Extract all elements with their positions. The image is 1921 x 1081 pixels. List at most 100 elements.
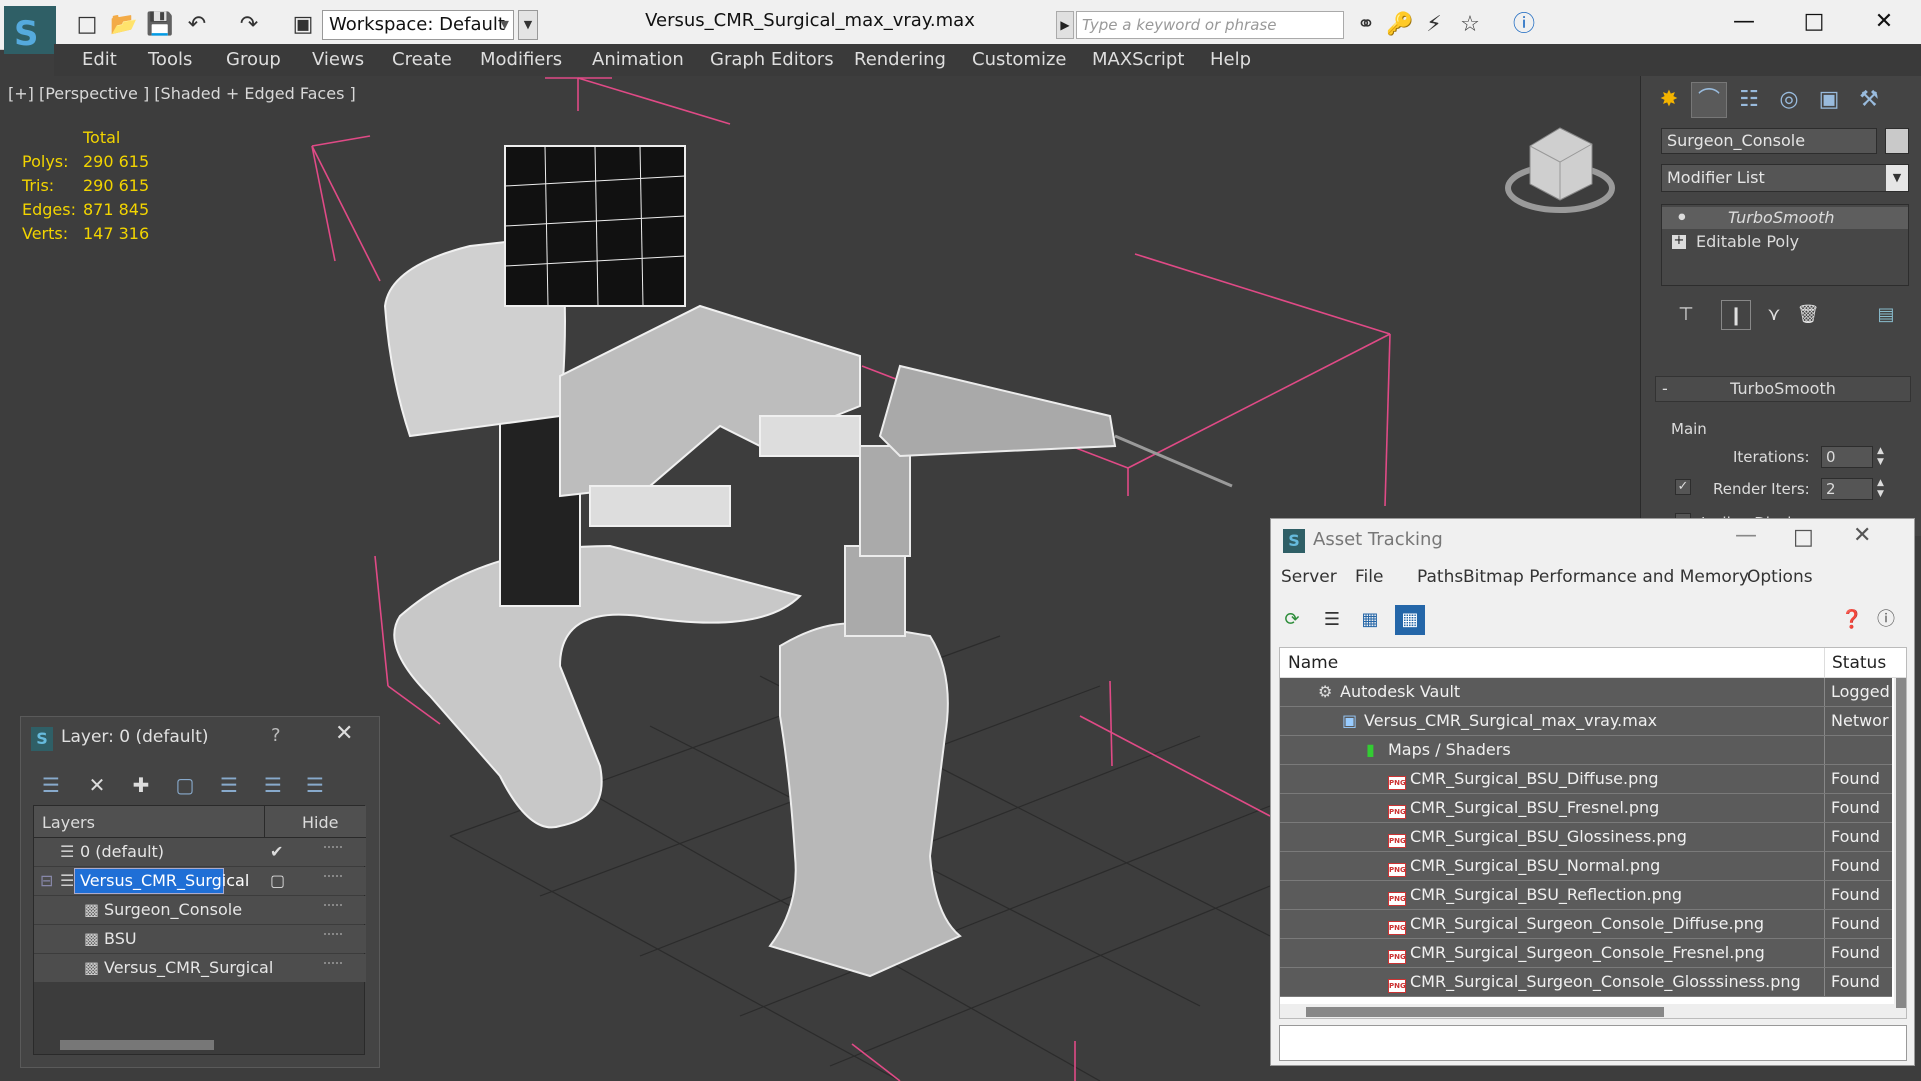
help-search-icon[interactable]: ❓: [1837, 605, 1867, 635]
scrollbar-thumb[interactable]: [1306, 1007, 1664, 1017]
viewport-label[interactable]: [+] [Perspective ] [Shaded + Edged Faces…: [8, 84, 356, 103]
list-item[interactable]: ☰ 0 (default) ✔: [34, 838, 366, 866]
project-folder-icon[interactable]: ▣: [290, 12, 316, 38]
table-row[interactable]: ▣ Versus_CMR_Surgical_max_vray.max Networ: [1280, 707, 1892, 736]
menu-options[interactable]: Options: [1747, 567, 1813, 587]
table-row[interactable]: ⚙ Autodesk Vault Logged: [1280, 678, 1892, 707]
pin-stack-icon[interactable]: ⊤: [1671, 300, 1701, 330]
new-file-icon[interactable]: □: [74, 12, 100, 38]
close-button[interactable]: ✕: [1853, 523, 1871, 548]
hide-toggle[interactable]: [324, 904, 342, 910]
menu-modifiers[interactable]: Modifiers: [480, 49, 562, 70]
column-hide[interactable]: Hide: [302, 813, 338, 832]
table-row[interactable]: PNG CMR_Surgical_Surgeon_Console_Fresnel.…: [1280, 939, 1892, 968]
table-row[interactable]: PNG CMR_Surgical_BSU_Diffuse.png Found: [1280, 765, 1892, 794]
configure-modifier-sets-icon[interactable]: ▤: [1871, 300, 1901, 330]
save-file-icon[interactable]: 💾: [146, 12, 173, 38]
spinner-arrows-icon[interactable]: ▲ ▼: [1877, 478, 1884, 500]
workspace-selector[interactable]: Workspace: Default ▼: [322, 10, 514, 40]
search-expand-button[interactable]: ▶: [1056, 11, 1074, 39]
help-button[interactable]: ?: [271, 725, 281, 746]
table-row[interactable]: PNG CMR_Surgical_BSU_Reflection.png Found: [1280, 881, 1892, 910]
list-item[interactable]: ▩ Surgeon_Console: [34, 896, 366, 924]
collapse-toggle-icon[interactable]: ⊟: [40, 867, 53, 895]
expand-plus-icon[interactable]: +: [1672, 234, 1686, 249]
utilities-tab-icon[interactable]: ⚒: [1851, 82, 1887, 118]
open-file-icon[interactable]: 📂: [110, 12, 137, 38]
add-to-layer-icon[interactable]: ✚: [125, 769, 157, 801]
horizontal-scrollbar[interactable]: [34, 1036, 364, 1054]
help-icon[interactable]: ⓘ: [1871, 605, 1901, 635]
table-row[interactable]: PNG CMR_Surgical_BSU_Normal.png Found: [1280, 852, 1892, 881]
app-logo-icon[interactable]: S: [4, 6, 56, 54]
list-view-icon[interactable]: ☰: [1317, 605, 1347, 635]
modify-tab-icon[interactable]: ⌒: [1691, 82, 1727, 118]
object-color-swatch[interactable]: [1885, 128, 1909, 154]
table-row[interactable]: ▮ Maps / Shaders: [1280, 736, 1892, 765]
column-name[interactable]: Name: [1288, 653, 1338, 673]
menu-graph-editors[interactable]: Graph Editors: [710, 49, 834, 70]
thumbnail-view-icon[interactable]: ▦: [1355, 605, 1385, 635]
menu-edit[interactable]: Edit: [82, 49, 117, 70]
horizontal-scrollbar[interactable]: [1280, 1004, 1894, 1018]
render-iters-spinner[interactable]: 2: [1821, 478, 1873, 500]
menu-create[interactable]: Create: [392, 49, 452, 70]
help-icon[interactable]: ⓘ: [1510, 11, 1538, 39]
close-button[interactable]: ✕: [1854, 4, 1914, 40]
hide-toggle[interactable]: [324, 962, 342, 968]
table-row[interactable]: PNG CMR_Surgical_BSU_Glossiness.png Found: [1280, 823, 1892, 852]
rollout-header[interactable]: - TurboSmooth: [1655, 376, 1911, 402]
workspace-dropdown-button[interactable]: ▼: [518, 10, 538, 40]
column-status[interactable]: Status: [1832, 653, 1886, 673]
make-unique-icon[interactable]: ⋎: [1759, 300, 1789, 330]
close-button[interactable]: ✕: [335, 721, 353, 746]
list-item[interactable]: ⊟ ☰ Versus_CMR_Surgical ▢: [34, 867, 366, 895]
highlight-layer-icon[interactable]: ☰: [213, 769, 245, 801]
asset-path-field[interactable]: [1279, 1025, 1907, 1061]
table-row[interactable]: PNG CMR_Surgical_Surgeon_Console_Glosssin…: [1280, 968, 1892, 997]
menu-views[interactable]: Views: [312, 49, 364, 70]
set-current-layer-icon[interactable]: ▢: [270, 867, 285, 895]
select-in-layer-icon[interactable]: ▢: [169, 769, 201, 801]
display-tab-icon[interactable]: ▣: [1811, 82, 1847, 118]
hide-toggle[interactable]: [324, 933, 342, 939]
menu-group[interactable]: Group: [226, 49, 281, 70]
hide-toggle[interactable]: [324, 875, 342, 881]
hide-toggle[interactable]: [324, 846, 342, 852]
show-end-result-icon[interactable]: ❙: [1721, 300, 1751, 330]
menu-tools[interactable]: Tools: [148, 49, 192, 70]
spinner-arrows-icon[interactable]: ▲ ▼: [1877, 446, 1884, 468]
hide-all-layers-icon[interactable]: ☰: [257, 769, 289, 801]
create-layer-icon[interactable]: ☰: [35, 769, 67, 801]
minimize-button[interactable]: —: [1714, 4, 1774, 40]
list-item[interactable]: ▩ BSU: [34, 925, 366, 953]
scrollbar-thumb[interactable]: [1896, 678, 1906, 1008]
menu-animation[interactable]: Animation: [592, 49, 684, 70]
undo-icon[interactable]: ↶: [184, 12, 210, 38]
table-row[interactable]: PNG CMR_Surgical_Surgeon_Console_Diffuse.…: [1280, 910, 1892, 939]
iterations-spinner[interactable]: 0: [1821, 446, 1873, 468]
lightbulb-icon[interactable]: ⚫: [1676, 207, 1688, 229]
menu-server[interactable]: Server: [1281, 567, 1337, 587]
render-iters-checkbox[interactable]: ✓: [1675, 479, 1691, 495]
minimize-button[interactable]: —: [1735, 523, 1757, 548]
maximize-button[interactable]: □: [1784, 4, 1844, 40]
binoculars-icon[interactable]: ⚭: [1352, 11, 1380, 39]
create-tab-icon[interactable]: ✸: [1651, 82, 1687, 118]
menu-rendering[interactable]: Rendering: [854, 49, 946, 70]
communication-center-icon[interactable]: ⚡: [1420, 11, 1448, 39]
search-input[interactable]: Type a keyword or phrase: [1076, 11, 1344, 39]
list-item[interactable]: ▩ Versus_CMR_Surgical: [34, 954, 366, 982]
menu-customize[interactable]: Customize: [972, 49, 1066, 70]
table-view-icon[interactable]: ▦: [1395, 605, 1425, 635]
redo-icon[interactable]: ↷: [236, 12, 262, 38]
menu-bitmap-performance[interactable]: Bitmap Performance and Memory: [1463, 567, 1749, 587]
column-layers[interactable]: Layers: [42, 813, 95, 832]
refresh-icon[interactable]: ⟳: [1277, 605, 1307, 635]
menu-file[interactable]: File: [1355, 567, 1383, 587]
stack-item-turbosmooth[interactable]: ⚫ TurboSmooth: [1662, 207, 1908, 229]
menu-maxscript[interactable]: MAXScript: [1092, 49, 1184, 70]
viewcube-widget[interactable]: [1505, 127, 1615, 213]
table-row[interactable]: PNG CMR_Surgical_BSU_Fresnel.png Found: [1280, 794, 1892, 823]
subscription-icon[interactable]: 🔑: [1386, 11, 1414, 39]
